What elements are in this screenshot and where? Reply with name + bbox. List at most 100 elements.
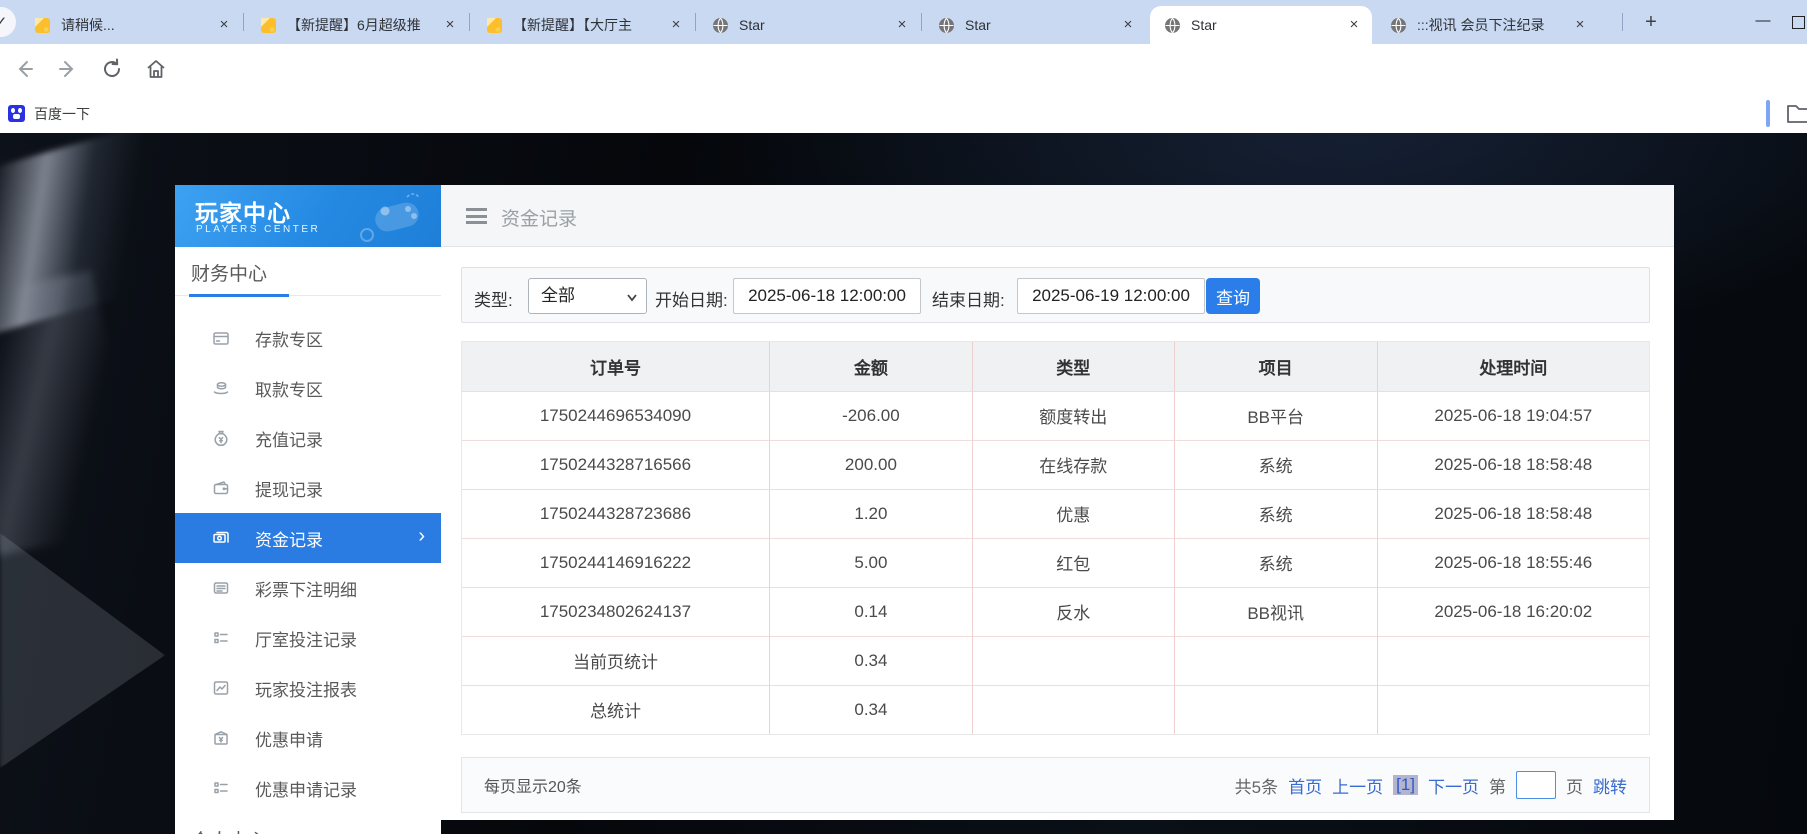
- tab-close-icon[interactable]: ×: [1344, 15, 1364, 35]
- players-center-banner: 玩家中心 PLAYERS CENTER: [175, 185, 441, 247]
- bookmarks-bar: 百度一下: [0, 94, 1807, 133]
- baidu-icon: [8, 105, 25, 122]
- browser-tab-1[interactable]: 【新提醒】6月超级推 ×: [246, 6, 468, 44]
- page-size-text: 每页显示20条: [484, 779, 582, 796]
- sidebar-item-deposit[interactable]: 存款专区: [175, 313, 441, 363]
- browser-tab-2[interactable]: 【新提醒】【大厅主 ×: [472, 6, 694, 44]
- page-jump-input[interactable]: [1516, 771, 1556, 799]
- bookmarks-folder-icon[interactable]: [1786, 102, 1807, 124]
- start-date-label: 开始日期:: [655, 291, 728, 310]
- filter-bar: 类型: 全部 开始日期: 结束日期: 查询: [461, 267, 1650, 323]
- window-maximize-button[interactable]: [1792, 16, 1805, 29]
- bookmark-item-baidu[interactable]: 百度一下: [8, 101, 90, 126]
- sidebar-menu: 存款专区 取款专区 充值记录 提现记录 资金记录 › 彩票下注明细 厅室投注记录…: [175, 313, 441, 813]
- sidebar-item-promo-apply[interactable]: 优惠申请: [175, 713, 441, 763]
- tab-title: :::视讯 会员下注纪录: [1417, 17, 1545, 33]
- globe-icon: [1391, 17, 1406, 33]
- tab-separator: [695, 13, 696, 31]
- mail-icon: [487, 17, 502, 33]
- reload-icon[interactable]: [100, 57, 124, 81]
- tab-title: 【新提醒】6月超级推: [287, 17, 421, 33]
- col-header-project: 项目: [1173, 342, 1378, 392]
- table-row: 1750244696534090 -206.00 额度转出 BB平台 2025-06-1…: [462, 391, 1649, 440]
- browser-toolbar: 006539.com:8886/hhcp/usercenter.html?ini…: [0, 44, 1807, 132]
- type-select-value: 全部: [541, 286, 575, 305]
- gamepad-icon: [360, 193, 420, 242]
- sidebar-item-lottery-bet-detail[interactable]: 彩票下注明细: [175, 563, 441, 613]
- new-tab-button[interactable]: +: [1638, 10, 1664, 36]
- tab-close-icon[interactable]: ×: [1118, 15, 1138, 35]
- start-date-input[interactable]: [733, 278, 921, 314]
- funds-table: 订单号 金额 类型 项目 处理时间 1750244696534090 -206.0…: [461, 341, 1650, 735]
- browser-tab-3[interactable]: Star ×: [698, 6, 920, 44]
- chart-report-icon: [212, 679, 230, 697]
- funds-record-panel: 资金记录 类型: 全部 开始日期: 结束日期: 查询: [441, 185, 1674, 820]
- tabstrip-partial-avatar[interactable]: ✓: [0, 7, 16, 37]
- sidebar-item-promo-apply-record[interactable]: 优惠申请记录: [175, 763, 441, 813]
- tab-separator: [469, 13, 470, 31]
- sidebar-next-section-partial: 个人中心: [191, 826, 267, 834]
- tab-close-icon[interactable]: ×: [892, 15, 912, 35]
- page-title: 资金记录: [501, 209, 578, 230]
- globe-icon: [939, 17, 954, 33]
- prev-page-link[interactable]: 上一页: [1332, 773, 1383, 798]
- table-row: 1750234802624137 0.14 反水 BB视讯 2025-06-18 16:…: [462, 586, 1649, 636]
- tab-separator: [1622, 13, 1623, 31]
- content-header: 资金记录: [441, 185, 1674, 247]
- col-header-type: 类型: [971, 342, 1175, 392]
- next-page-link[interactable]: 下一页: [1428, 773, 1479, 798]
- total-count-text: 共5条: [1234, 777, 1279, 797]
- browser-tab-5-active[interactable]: Star ×: [1150, 6, 1372, 44]
- first-page-link[interactable]: 首页: [1288, 773, 1322, 798]
- browser-tab-4[interactable]: Star ×: [924, 6, 1146, 44]
- list-card-icon: [212, 579, 230, 597]
- back-icon[interactable]: [12, 57, 36, 81]
- sidebar-section-finance: 财务中心: [175, 247, 441, 297]
- browser-tab-6[interactable]: :::视讯 会员下注纪录 ×: [1376, 6, 1598, 44]
- tab-separator: [921, 13, 922, 31]
- players-center-sidebar: 玩家中心 PLAYERS CENTER 财务中心 存款专区 取款专区 充值记录 …: [175, 185, 441, 834]
- mail-icon: [261, 17, 276, 33]
- hamburger-menu-icon[interactable]: [466, 208, 487, 224]
- pagination-bar: 每页显示20条 共5条 首页 上一页 [1] 下一页 第 页 跳转: [461, 757, 1650, 813]
- col-header-amount: 金额: [768, 342, 973, 392]
- table-summary-row-total: 总统计 0.34: [462, 684, 1649, 734]
- browser-tab-0[interactable]: 请稍候... ×: [20, 6, 242, 44]
- bookmark-drag-indicator: [1766, 100, 1770, 127]
- sidebar-item-recharge-record[interactable]: 充值记录: [175, 413, 441, 463]
- end-date-input[interactable]: [1017, 278, 1205, 314]
- mail-icon: [35, 17, 50, 33]
- browser-window: ✓ 请稍候... × 【新提醒】6月超级推 × 【新提醒】【大厅主 × Star…: [0, 0, 1807, 834]
- tab-close-icon[interactable]: ×: [214, 15, 234, 35]
- section-title: 财务中心: [191, 264, 268, 285]
- window-minimize-button[interactable]: —: [1750, 12, 1776, 32]
- jump-prefix-text: 第: [1489, 777, 1506, 797]
- sidebar-item-player-bet-report[interactable]: 玩家投注报表: [175, 663, 441, 713]
- tab-close-icon[interactable]: ×: [666, 15, 686, 35]
- bullet-list-icon: [212, 629, 230, 647]
- section-active-underline: [189, 294, 289, 297]
- jump-link[interactable]: 跳转: [1593, 773, 1627, 798]
- forward-icon[interactable]: [56, 57, 80, 81]
- type-select[interactable]: 全部: [528, 278, 647, 314]
- tab-title: Star: [739, 17, 765, 33]
- home-icon[interactable]: [144, 57, 168, 81]
- tab-close-icon[interactable]: ×: [440, 15, 460, 35]
- sidebar-item-funds-record[interactable]: 资金记录 ›: [175, 513, 441, 563]
- sidebar-item-withdraw[interactable]: 取款专区: [175, 363, 441, 413]
- tab-title: Star: [965, 17, 991, 33]
- sidebar-brand-subtitle: PLAYERS CENTER: [196, 224, 321, 235]
- tab-close-icon[interactable]: ×: [1570, 15, 1590, 35]
- globe-icon: [713, 17, 728, 33]
- sidebar-item-withdrawal-record[interactable]: 提现记录: [175, 463, 441, 513]
- banknotes-icon: [212, 529, 230, 547]
- chevron-right-icon: ›: [418, 525, 425, 547]
- money-bag-icon: [212, 429, 230, 447]
- table-row: 1750244328716566 200.00 在线存款 系统 2025-06-18 1…: [462, 439, 1649, 489]
- table-row: 1750244328723686 1.20 优惠 系统 2025-06-18 18:58…: [462, 488, 1649, 538]
- globe-icon: [1165, 17, 1180, 33]
- sidebar-item-hall-bet-record[interactable]: 厅室投注记录: [175, 613, 441, 663]
- tab-title: 请稍候...: [61, 17, 115, 33]
- search-button[interactable]: 查询: [1206, 278, 1260, 314]
- table-summary-row-page: 当前页统计 0.34: [462, 635, 1649, 685]
